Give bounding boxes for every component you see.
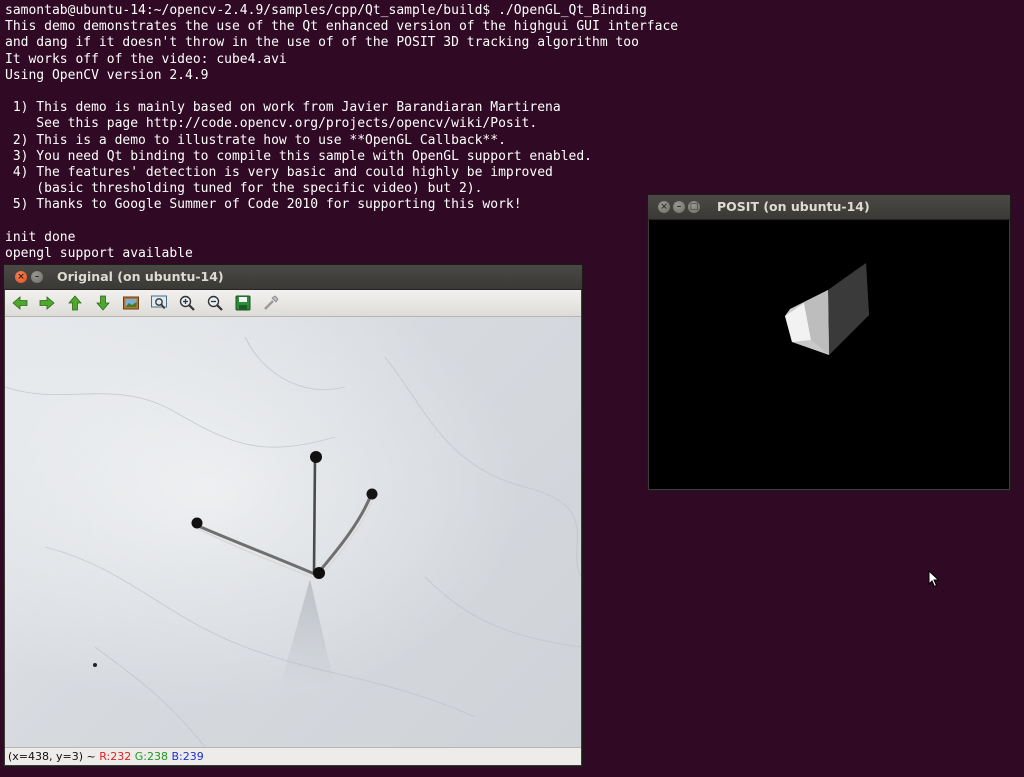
pixel-red-value: R:232 (99, 750, 132, 763)
pixel-blue-value: B:239 (171, 750, 204, 763)
terminal-line: It works off of the video: cube4.avi (5, 51, 287, 67)
posit-titlebar[interactable]: × – □ POSIT (on ubuntu-14) (648, 195, 1010, 220)
rendered-cube (785, 263, 869, 355)
zoom-in-icon[interactable] (178, 294, 196, 312)
posit-window: × – □ POSIT (on ubuntu-14) (648, 195, 1010, 490)
video-frame[interactable] (5, 317, 581, 747)
terminal-line: samontab@ubuntu-14:~/opencv-2.4.9/sample… (5, 3, 647, 18)
zoom-fit-icon[interactable] (150, 294, 168, 312)
terminal-line: 2) This is a demo to illustrate how to u… (5, 132, 506, 148)
original-titlebar[interactable]: × – Original (on ubuntu-14) (4, 265, 582, 290)
arrow-right-icon[interactable] (38, 294, 56, 312)
arrow-left-icon[interactable] (11, 294, 29, 312)
pixel-coords: (x=438, y=3) ~ (8, 750, 100, 763)
video-scene (5, 336, 581, 747)
original-window: × – Original (on ubuntu-14) (x=438, y=3)… (4, 265, 582, 766)
terminal-line: See this page http://code.opencv.org/pro… (5, 116, 538, 132)
save-icon[interactable] (234, 294, 252, 312)
status-bar: (x=438, y=3) ~ R:232 G:238 B:239 (5, 747, 581, 765)
original-window-title: Original (on ubuntu-14) (57, 269, 224, 284)
arrow-up-icon[interactable] (66, 294, 84, 312)
posit-window-title: POSIT (on ubuntu-14) (717, 199, 870, 214)
properties-icon[interactable] (262, 294, 280, 312)
terminal-line: 4) The features' detection is very basic… (5, 164, 553, 180)
arrow-down-icon[interactable] (94, 294, 112, 312)
zoom-out-icon[interactable] (206, 294, 224, 312)
terminal-line: 3) You need Qt binding to compile this s… (5, 148, 592, 164)
terminal-line: This demo demonstrates the use of the Qt… (5, 19, 679, 35)
terminal-line: 1) This demo is mainly based on work fro… (5, 100, 561, 116)
image-icon[interactable] (122, 294, 140, 312)
mouse-cursor-icon (928, 570, 940, 588)
close-icon[interactable]: × (15, 271, 27, 283)
toolbar (5, 290, 581, 317)
terminal-line: and dang if it doesn't throw in the use … (5, 35, 639, 51)
terminal-line: Using OpenCV version 2.4.9 (5, 67, 209, 83)
pixel-green-value: G:238 (134, 750, 168, 763)
close-icon[interactable]: × (658, 201, 670, 213)
minimize-icon[interactable]: – (31, 271, 43, 283)
minimize-icon[interactable]: – (673, 201, 685, 213)
opengl-canvas[interactable] (649, 220, 1009, 489)
maximize-icon[interactable]: □ (688, 201, 700, 213)
